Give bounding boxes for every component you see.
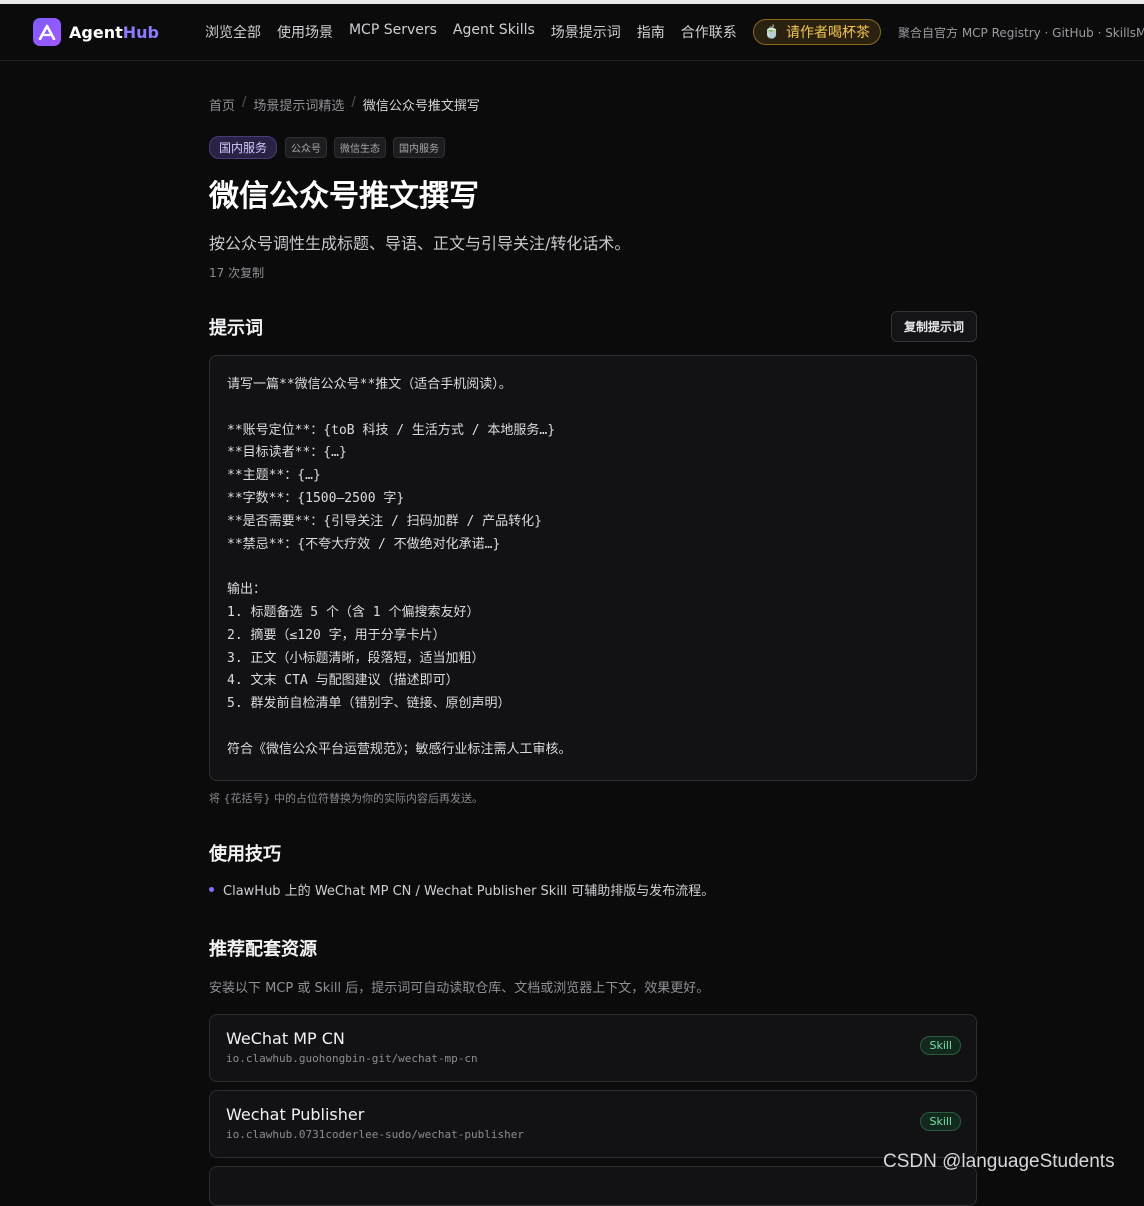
resource-card[interactable]: WeChat MP CN io.clawhub.guohongbin-git/w…: [209, 1013, 977, 1082]
resource-id: io.clawhub.0731coderlee-sudo/wechat-publ…: [226, 1127, 525, 1141]
prompt-text-box[interactable]: 请写一篇**微信公众号**推文（适合手机阅读）。 **账号定位**：{toB 科…: [209, 355, 977, 781]
skill-badge: Skill: [920, 1035, 961, 1055]
resource-card[interactable]: Wechat Publisher io.clawhub.0731coderlee…: [209, 1089, 977, 1158]
prompt-heading: 提示词: [209, 317, 263, 339]
nav-guide[interactable]: 指南: [637, 22, 665, 42]
tag-item[interactable]: 公众号: [285, 137, 328, 158]
copy-prompt-button[interactable]: 复制提示词: [890, 311, 977, 342]
prompt-section-header: 提示词 复制提示词: [209, 311, 977, 342]
source-note: 聚合自官方 MCP Registry · GitHub · SkillsMP: [898, 25, 1144, 40]
tip-item: ClawHub 上的 WeChat MP CN / Wechat Publish…: [209, 880, 977, 899]
tea-cup-icon: 🍵: [763, 24, 780, 40]
top-navbar: AgentHub 浏览全部 使用场景 MCP Servers Agent Ski…: [0, 4, 1144, 61]
logo-text: AgentHub: [69, 22, 159, 42]
page-title: 微信公众号推文撰写: [209, 179, 479, 214]
page-subtitle: 按公众号调性生成标题、导语、正文与引导关注/转化话术。: [209, 234, 631, 253]
nav-contact[interactable]: 合作联系: [681, 22, 737, 42]
main-nav: 浏览全部 使用场景 MCP Servers Agent Skills 场景提示词…: [205, 22, 753, 42]
tag-item[interactable]: 国内服务: [393, 137, 446, 158]
csdn-watermark: CSDN @languageStudents: [883, 1151, 1115, 1172]
buy-tea-button[interactable]: 🍵 请作者喝杯茶: [752, 19, 881, 45]
resource-card-partial[interactable]: [209, 1166, 977, 1206]
bullet-dot-icon: [209, 886, 214, 892]
agenthub-logo-icon: [33, 18, 61, 46]
tips-heading: 使用技巧: [209, 843, 281, 865]
resources-description: 安装以下 MCP 或 Skill 后，提示词可自动读取仓库、文档或浏览器上下文，…: [209, 980, 710, 996]
main-content: 首页 / 场景提示词精选 / 微信公众号推文撰写 国内服务 公众号 微信生态 国…: [209, 61, 977, 1158]
buy-tea-label: 请作者喝杯茶: [785, 25, 870, 41]
nav-agent-skills[interactable]: Agent Skills: [453, 22, 535, 42]
resources-heading: 推荐配套资源: [209, 938, 317, 960]
resource-name: WeChat MP CN: [226, 1028, 345, 1048]
breadcrumb-separator: /: [242, 95, 247, 110]
breadcrumb: 首页 / 场景提示词精选 / 微信公众号推文撰写: [209, 95, 977, 114]
resource-name: Wechat Publisher: [226, 1104, 365, 1124]
category-tag[interactable]: 国内服务: [209, 136, 278, 159]
breadcrumb-section[interactable]: 场景提示词精选: [253, 95, 344, 114]
tag-item[interactable]: 微信生态: [334, 137, 387, 158]
tip-text: ClawHub 上的 WeChat MP CN / Wechat Publish…: [223, 883, 715, 899]
breadcrumb-current: 微信公众号推文撰写: [362, 99, 480, 114]
breadcrumb-home[interactable]: 首页: [209, 95, 235, 114]
nav-use-cases[interactable]: 使用场景: [277, 22, 333, 42]
skill-badge: Skill: [920, 1111, 961, 1131]
placeholder-hint: 将 {花括号} 中的占位符替换为你的实际内容后再发送。: [209, 791, 483, 805]
breadcrumb-separator: /: [351, 95, 356, 110]
resource-id: io.clawhub.guohongbin-git/wechat-mp-cn: [226, 1051, 478, 1065]
copy-count: 17 次复制: [209, 266, 265, 280]
nav-mcp-servers[interactable]: MCP Servers: [349, 22, 437, 42]
nav-scenario-prompts[interactable]: 场景提示词: [551, 22, 621, 42]
logo[interactable]: AgentHub: [33, 18, 159, 46]
nav-browse-all[interactable]: 浏览全部: [205, 22, 261, 42]
tag-list: 国内服务 公众号 微信生态 国内服务: [209, 136, 977, 159]
